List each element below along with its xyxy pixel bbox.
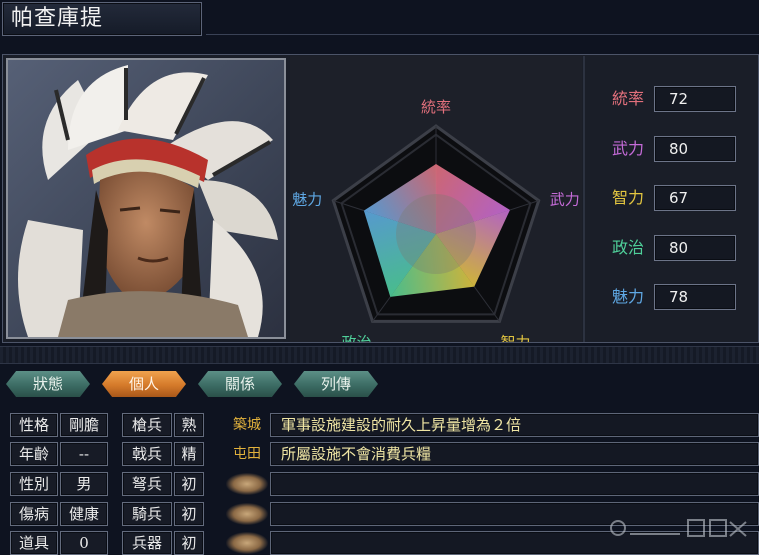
ability-radar-chart: 統率武力智力 政治 魅力 [290, 56, 582, 351]
aptitude-label: 兵器 [122, 531, 172, 555]
personal-value: 男 [60, 472, 108, 496]
stats-divider [583, 56, 585, 342]
personal-label: 年齡 [10, 442, 58, 466]
tab-3[interactable]: 關係 [198, 371, 282, 397]
stat-value: 67 [654, 185, 736, 211]
stat-label: 統率 [611, 89, 644, 108]
skill-badge[interactable]: 屯田 [226, 443, 268, 465]
personal-label: 性別 [10, 472, 58, 496]
stat-label: 武力 [611, 139, 644, 158]
aptitude-value: 初 [174, 472, 204, 496]
personal-label: 傷病 [10, 502, 58, 526]
aptitude-label: 騎兵 [122, 502, 172, 526]
skill-badge[interactable] [226, 473, 268, 495]
stat-label: 智力 [611, 188, 644, 207]
personal-value: 剛膽 [60, 413, 108, 437]
officer-name: 帕查庫提 [2, 2, 202, 36]
personal-label: 道具 [10, 531, 58, 555]
skill-description [270, 472, 759, 496]
stat-value: 80 [654, 136, 736, 162]
skill-badge[interactable] [226, 532, 268, 554]
tab-2[interactable]: 個人 [102, 371, 186, 397]
skill-badge[interactable] [226, 503, 268, 525]
aptitude-value: 熟 [174, 413, 204, 437]
aptitude-label: 弩兵 [122, 472, 172, 496]
radar-axis-label: 政治 [342, 333, 372, 342]
portrait-image [8, 60, 284, 337]
personal-value: -- [60, 442, 108, 466]
tab-4[interactable]: 列傳 [294, 371, 378, 397]
radar-center-glow [396, 194, 476, 274]
stat-value: 78 [654, 284, 736, 310]
title-divider [206, 34, 759, 35]
skill-badge[interactable]: 築城 [226, 414, 268, 436]
section-band [0, 346, 759, 364]
radar-axis-label: 武力 [550, 191, 580, 209]
personal-label: 性格 [10, 413, 58, 437]
aptitude-value: 初 [174, 502, 204, 526]
personal-value: 0 [60, 531, 108, 555]
personal-value: 健康 [60, 502, 108, 526]
aptitude-label: 戟兵 [122, 442, 172, 466]
stat-label: 政治 [611, 238, 644, 257]
aptitude-value: 精 [174, 442, 204, 466]
radar-axis-label: 智力 [500, 333, 530, 342]
aptitude-value: 初 [174, 531, 204, 555]
watermark-logo [610, 519, 747, 537]
radar-svg: 統率武力智力 政治 魅力 [290, 56, 582, 351]
stat-value: 80 [654, 235, 736, 261]
skill-description: 所屬設施不會消費兵糧 [270, 442, 759, 466]
officer-portrait [6, 58, 286, 339]
stat-label: 魅力 [611, 287, 644, 306]
stat-value: 72 [654, 86, 736, 112]
skill-description: 軍事設施建設的耐久上昇量增為２倍 [270, 413, 759, 437]
radar-axis-label: 統率 [421, 98, 451, 116]
tab-1[interactable]: 狀態 [6, 371, 90, 397]
radar-axis-label: 魅力 [292, 191, 322, 209]
aptitude-label: 槍兵 [122, 413, 172, 437]
